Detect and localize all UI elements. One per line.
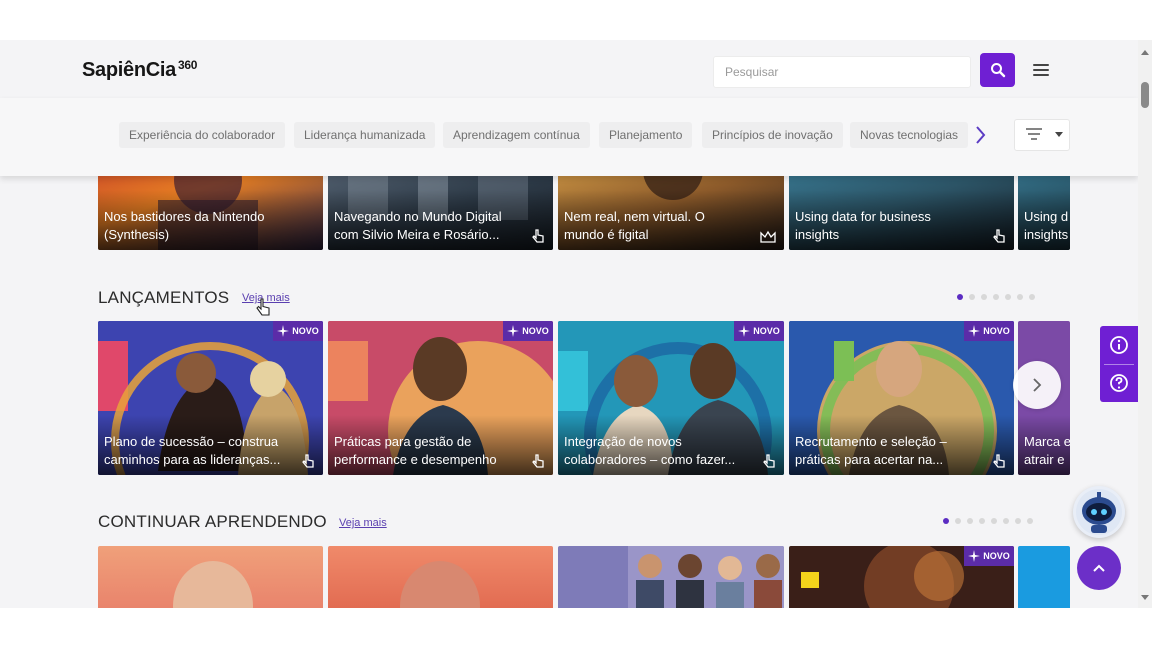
card-title: Integração de novos colaboradores – como …: [564, 434, 736, 467]
course-card[interactable]: NOVO Plano de sucessão – construa caminho…: [98, 321, 323, 475]
touch-icon: [763, 454, 775, 468]
arrow-up-icon: [1093, 564, 1105, 572]
card-title: Using d insights: [1024, 209, 1069, 242]
robot-icon: [1076, 489, 1122, 535]
chatbot-button[interactable]: [1073, 486, 1125, 538]
category-chip[interactable]: Liderança humanizada: [294, 122, 436, 148]
new-badge: NOVO: [503, 321, 553, 341]
scroll-to-top-button[interactable]: [1077, 546, 1121, 590]
course-card[interactable]: [328, 546, 553, 608]
course-card[interactable]: NOVO Práticas para gestão de performance …: [328, 321, 553, 475]
menu-button[interactable]: [1031, 61, 1051, 79]
scroll-down-arrow-icon[interactable]: [1141, 595, 1149, 600]
carousel-dot[interactable]: [957, 294, 963, 300]
course-card[interactable]: [98, 546, 323, 608]
crown-icon: [760, 230, 776, 243]
card-title: Navegando no Mundo Digital com Silvio Mei…: [334, 209, 502, 242]
scroll-up-arrow-icon[interactable]: [1141, 50, 1149, 55]
mouse-cursor-hand-icon: [256, 298, 270, 316]
new-badge: NOVO: [734, 321, 784, 341]
chevron-right-icon: [1033, 378, 1042, 392]
app-frame: SapiênCia360 Nos bastidores da Nintendo(…: [0, 0, 1152, 648]
filter-dropdown[interactable]: [1014, 119, 1070, 151]
category-chip[interactable]: Princípios de inovação: [702, 122, 843, 148]
carousel-dot[interactable]: [1029, 294, 1035, 300]
touch-icon: [993, 454, 1005, 468]
touch-icon: [302, 454, 314, 468]
section-title-continuar: CONTINUAR APRENDENDO: [98, 512, 327, 531]
course-card[interactable]: NOVO Recrutamento e seleção – práticas pa…: [789, 321, 1014, 475]
chevron-down-icon: [1055, 132, 1063, 137]
carousel-dot[interactable]: [981, 294, 987, 300]
new-badge: NOVO: [964, 546, 1014, 566]
chevron-right-icon: [976, 126, 986, 144]
carousel-dot[interactable]: [991, 518, 997, 524]
course-card[interactable]: NOVO: [789, 546, 1014, 608]
sparkle-icon: [277, 325, 290, 337]
carousel-dot[interactable]: [1005, 294, 1011, 300]
bottom-blank-area: [0, 608, 1152, 648]
category-bar: Experiência do colaborador Liderança hum…: [0, 98, 1138, 176]
new-badge: NOVO: [273, 321, 323, 341]
course-card[interactable]: [558, 546, 784, 608]
page-scrollbar[interactable]: [1138, 40, 1152, 608]
course-card[interactable]: NOVO Integração de novos colaboradores – …: [558, 321, 784, 475]
touch-icon: [532, 229, 544, 243]
carousel-dot[interactable]: [967, 518, 973, 524]
search-icon: [990, 63, 1005, 78]
search-input[interactable]: [713, 56, 971, 88]
carousel-dot[interactable]: [1027, 518, 1033, 524]
new-badge: NOVO: [964, 321, 1014, 341]
category-chip[interactable]: Planejamento: [599, 122, 693, 148]
see-more-link-continuar[interactable]: Veja mais: [339, 517, 387, 529]
card-thumbnail: [628, 546, 784, 608]
card-title: Plano de sucessão – construa caminhos par…: [104, 434, 281, 467]
top-blank-area: [0, 0, 1152, 40]
category-chip[interactable]: Experiência do colaborador: [119, 122, 286, 148]
categories-next-button[interactable]: [972, 124, 990, 146]
carousel-dot[interactable]: [955, 518, 961, 524]
card-thumbnail: [173, 561, 253, 608]
carousel-dot[interactable]: [943, 518, 949, 524]
scrollbar-thumb[interactable]: [1141, 82, 1149, 108]
side-toolbar: [1100, 326, 1138, 402]
filter-icon: [1026, 128, 1063, 140]
card-title: Recrutamento e seleção – práticas para ac…: [795, 434, 947, 467]
site-header: SapiênCia 360: [0, 40, 1138, 98]
carousel-dots-continuar: [943, 518, 1033, 524]
carousel-dot[interactable]: [993, 294, 999, 300]
carousel-next-button[interactable]: [1013, 361, 1061, 409]
category-chip[interactable]: Novas tecnologias: [850, 122, 969, 148]
sparkle-icon: [968, 325, 981, 337]
page-viewport: SapiênCia360 Nos bastidores da Nintendo(…: [0, 40, 1138, 608]
help-icon: [1110, 374, 1128, 392]
card-title: Nem real, nem virtual. Omundo é figital: [564, 209, 705, 242]
sparkle-icon: [968, 550, 981, 562]
card-title: Práticas para gestão de performance e des…: [334, 434, 497, 467]
logo[interactable]: SapiênCia 360: [82, 58, 197, 82]
card-thumbnail: [400, 561, 480, 608]
course-card[interactable]: [1018, 546, 1070, 608]
card-title: Nos bastidores da Nintendo (Synthesis): [104, 209, 265, 242]
search-button[interactable]: [980, 53, 1015, 87]
info-icon: [1110, 336, 1128, 354]
carousel-dots-lancamentos: [957, 294, 1035, 300]
card-title: Marca e atrair e: [1024, 434, 1070, 467]
card-title: Using data for business insights: [795, 209, 931, 242]
touch-icon: [532, 454, 544, 468]
menu-icon: [1033, 64, 1049, 66]
carousel-dot[interactable]: [1017, 294, 1023, 300]
info-button[interactable]: [1100, 326, 1138, 364]
carousel-dot[interactable]: [979, 518, 985, 524]
sparkle-icon: [507, 325, 520, 337]
help-button[interactable]: [1100, 364, 1138, 402]
section-title-lancamentos: LANÇAMENTOS: [98, 288, 230, 307]
sparkle-icon: [738, 325, 751, 337]
carousel-dot[interactable]: [1015, 518, 1021, 524]
carousel-dot[interactable]: [1003, 518, 1009, 524]
carousel-dot[interactable]: [969, 294, 975, 300]
category-chip[interactable]: Aprendizagem contínua: [443, 122, 590, 148]
touch-icon: [993, 229, 1005, 243]
